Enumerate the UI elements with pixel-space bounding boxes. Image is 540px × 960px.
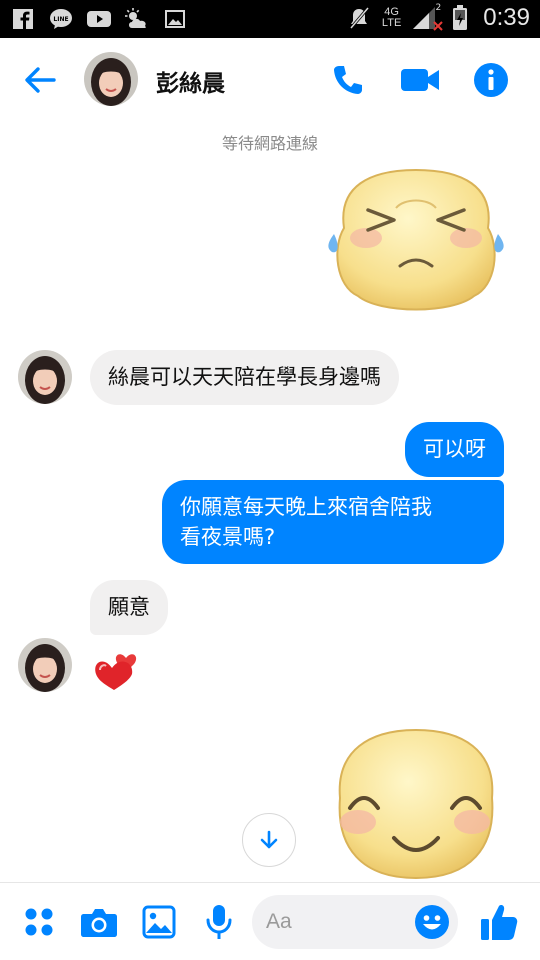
sim-indicator: 2	[435, 3, 442, 13]
video-call-button[interactable]	[400, 60, 440, 100]
microphone-icon	[206, 905, 232, 939]
back-button[interactable]	[20, 60, 60, 100]
message-text: 願意	[108, 595, 150, 619]
image-icon	[142, 905, 176, 939]
smiling-face-sticker[interactable]	[330, 728, 500, 884]
svg-text:LINE: LINE	[53, 16, 68, 23]
two-hearts-emoji[interactable]	[90, 640, 146, 696]
apps-grid-icon	[25, 908, 53, 936]
clock: 0:39	[483, 4, 530, 31]
back-arrow-icon	[25, 67, 56, 93]
thumbs-up-icon	[481, 905, 518, 940]
message-text: 可以呀	[423, 437, 486, 461]
scroll-to-bottom-button[interactable]	[242, 813, 296, 867]
camera-button[interactable]	[78, 901, 120, 943]
outgoing-message-bubble[interactable]: 可以呀	[405, 422, 504, 477]
incoming-message-bubble[interactable]: 絲晨可以天天陪在學長身邊嗎	[90, 350, 399, 405]
emoji-icon	[415, 905, 449, 939]
contact-avatar-small[interactable]	[18, 638, 72, 692]
message-text: 絲晨可以天天陪在學長身邊嗎	[108, 365, 381, 389]
system-icons: 4G LTE 2 0:39	[346, 3, 530, 32]
outgoing-message-bubble[interactable]: 你願意每天晚上來宿舍陪我 看夜景嗎?	[162, 480, 504, 564]
video-camera-icon	[401, 69, 439, 91]
line-icon: LINE	[48, 6, 74, 32]
gallery-button[interactable]	[138, 901, 180, 943]
info-button[interactable]	[471, 60, 511, 100]
incoming-message-bubble[interactable]: 願意	[90, 580, 168, 635]
network-sub-label: LTE	[381, 17, 402, 29]
contact-avatar[interactable]	[84, 52, 138, 106]
more-actions-button[interactable]	[18, 901, 60, 943]
message-input-container	[252, 895, 458, 949]
like-button[interactable]	[478, 901, 520, 943]
info-icon	[474, 63, 508, 97]
status-bar: LINE 4G LTE 2 0:39	[0, 0, 540, 38]
voice-call-button[interactable]	[328, 60, 368, 100]
message-text-line: 你願意每天晚上來宿舍陪我	[180, 495, 432, 519]
message-composer	[0, 882, 540, 960]
network-type: 4G LTE	[382, 7, 401, 29]
contact-avatar-small[interactable]	[18, 350, 72, 404]
weather-icon	[124, 6, 150, 32]
mute-icon	[346, 5, 372, 31]
message-input[interactable]	[266, 905, 406, 939]
arrow-down-icon	[260, 830, 278, 849]
gallery-icon	[162, 6, 188, 32]
emoji-button[interactable]	[414, 904, 450, 940]
message-text-line: 看夜景嗎?	[180, 525, 276, 549]
no-data-icon	[433, 21, 443, 31]
battery-icon	[447, 5, 473, 31]
connection-status: 等待網路連線	[221, 134, 318, 153]
signal-icon: 2	[411, 3, 443, 31]
crying-face-sticker[interactable]	[324, 168, 508, 318]
facebook-icon	[10, 6, 36, 32]
youtube-icon	[86, 6, 112, 32]
phone-icon	[334, 66, 362, 94]
contact-name[interactable]: 彭絲晨	[156, 64, 225, 98]
voice-message-button[interactable]	[198, 901, 240, 943]
chat-header: 彭絲晨	[0, 38, 540, 120]
camera-icon	[81, 909, 117, 937]
notification-icons: LINE	[10, 6, 188, 32]
